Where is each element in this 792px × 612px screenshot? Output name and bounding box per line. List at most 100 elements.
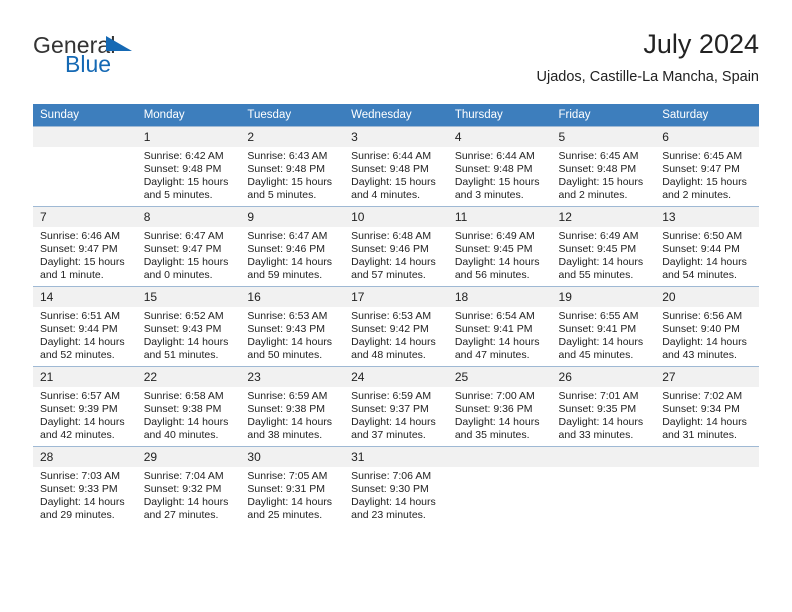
day-details: Sunrise: 6:47 AM Sunset: 9:47 PM Daylight:… — [137, 227, 241, 282]
daylight-duration-line2: and 33 minutes. — [558, 428, 634, 441]
sunrise-time: Sunrise: 6:54 AM — [454, 310, 535, 322]
calendar-day-cell[interactable]: 3 Sunrise: 6:44 AM Sunset: 9:48 PM Daylight… — [344, 126, 448, 207]
calendar-day-cell[interactable]: 24 Sunrise: 6:59 AM Sunset: 9:37 PM Dayligh… — [344, 366, 448, 447]
sunrise-time: Sunrise: 6:56 AM — [662, 310, 743, 322]
calendar-day-cell[interactable]: 9 Sunrise: 6:47 AM Sunset: 9:46 PM Daylight… — [240, 206, 345, 287]
daylight-duration-line1: Daylight: 14 hours — [247, 495, 333, 508]
day-details: Sunrise: 7:02 AM Sunset: 9:34 PM Daylight:… — [655, 387, 759, 442]
calendar-day-cell[interactable]: 15 Sunrise: 6:52 AM Sunset: 9:43 PM Dayligh… — [136, 286, 241, 367]
day-number: 9 — [240, 207, 345, 227]
calendar-body: 1 Sunrise: 6:42 AM Sunset: 9:48 PM Daylight… — [33, 126, 759, 526]
daylight-duration-line2: and 56 minutes. — [454, 268, 530, 281]
calendar-day-cell[interactable]: 20 Sunrise: 6:56 AM Sunset: 9:40 PM Dayligh… — [655, 286, 759, 367]
day-number: 10 — [344, 207, 448, 227]
sunrise-time: Sunrise: 7:03 AM — [40, 470, 120, 482]
sunrise-time: Sunrise: 6:44 AM — [454, 150, 535, 162]
day-number — [447, 447, 552, 467]
day-details: Sunrise: 7:03 AM Sunset: 9:33 PM Daylight:… — [33, 467, 137, 522]
calendar-day-cell[interactable]: 7 Sunrise: 6:46 AM Sunset: 9:47 PM Daylight… — [33, 206, 137, 287]
day-number: 24 — [344, 367, 448, 387]
calendar-day-cell[interactable]: 23 Sunrise: 6:59 AM Sunset: 9:38 PM Dayligh… — [240, 366, 345, 447]
daylight-duration-line2: and 42 minutes. — [40, 428, 115, 441]
sunrise-time: Sunrise: 6:45 AM — [662, 150, 743, 162]
calendar-day-cell[interactable]: 27 Sunrise: 7:02 AM Sunset: 9:34 PM Dayligh… — [655, 366, 759, 447]
day-number — [33, 127, 137, 147]
calendar-day-cell[interactable]: 13 Sunrise: 6:50 AM Sunset: 9:44 PM Dayligh… — [655, 206, 759, 287]
sunset-time: Sunset: 9:44 PM — [40, 322, 118, 335]
calendar-day-cell-empty — [551, 446, 656, 526]
calendar-page: General Blue July 2024 Ujados, Castille-… — [0, 0, 792, 612]
sunset-time: Sunset: 9:34 PM — [662, 402, 740, 415]
sunset-time: Sunset: 9:47 PM — [662, 162, 740, 175]
calendar-day-cell[interactable]: 4 Sunrise: 6:44 AM Sunset: 9:48 PM Daylight… — [447, 126, 552, 207]
calendar-day-cell[interactable]: 30 Sunrise: 7:05 AM Sunset: 9:31 PM Dayligh… — [240, 446, 345, 526]
sunrise-time: Sunrise: 6:52 AM — [143, 310, 224, 322]
day-details: Sunrise: 6:59 AM Sunset: 9:37 PM Daylight:… — [344, 387, 448, 442]
sunrise-time: Sunrise: 6:51 AM — [40, 310, 120, 322]
day-number: 13 — [655, 207, 759, 227]
calendar-day-cell[interactable]: 29 Sunrise: 7:04 AM Sunset: 9:32 PM Dayligh… — [136, 446, 241, 526]
calendar-day-cell[interactable]: 31 Sunrise: 7:06 AM Sunset: 9:30 PM Dayligh… — [344, 446, 448, 526]
daylight-duration-line2: and 25 minutes. — [247, 508, 323, 521]
sunrise-time: Sunrise: 6:53 AM — [351, 310, 432, 322]
calendar-day-cell[interactable]: 1 Sunrise: 6:42 AM Sunset: 9:48 PM Daylight… — [136, 126, 241, 207]
sunrise-time: Sunrise: 7:05 AM — [247, 470, 328, 482]
daylight-duration-line1: Daylight: 14 hours — [558, 415, 644, 428]
daylight-duration-line2: and 27 minutes. — [143, 508, 219, 521]
day-number: 1 — [136, 127, 241, 147]
title-block: July 2024 Ujados, Castille-La Mancha, Sp… — [537, 28, 759, 87]
general-blue-logo[interactable]: General Blue — [33, 32, 233, 86]
calendar-day-cell[interactable]: 17 Sunrise: 6:53 AM Sunset: 9:42 PM Dayligh… — [344, 286, 448, 367]
calendar-day-cell[interactable]: 14 Sunrise: 6:51 AM Sunset: 9:44 PM Dayligh… — [33, 286, 137, 367]
daylight-duration-line1: Daylight: 15 hours — [351, 175, 436, 188]
daylight-duration-line1: Daylight: 14 hours — [247, 415, 333, 428]
calendar-day-cell[interactable]: 19 Sunrise: 6:55 AM Sunset: 9:41 PM Dayligh… — [551, 286, 656, 367]
calendar-day-cell[interactable]: 28 Sunrise: 7:03 AM Sunset: 9:33 PM Dayligh… — [33, 446, 137, 526]
daylight-duration-line2: and 57 minutes. — [351, 268, 426, 281]
calendar-day-cell[interactable]: 25 Sunrise: 7:00 AM Sunset: 9:36 PM Dayligh… — [447, 366, 552, 447]
calendar-week-row: 21 Sunrise: 6:57 AM Sunset: 9:39 PM Dayligh… — [33, 366, 759, 447]
calendar-day-cell[interactable]: 11 Sunrise: 6:49 AM Sunset: 9:45 PM Dayligh… — [447, 206, 552, 287]
calendar-day-cell[interactable]: 6 Sunrise: 6:45 AM Sunset: 9:47 PM Daylight… — [655, 126, 759, 207]
daylight-duration-line2: and 1 minute. — [40, 268, 104, 281]
daylight-duration-line1: Daylight: 14 hours — [454, 335, 540, 348]
day-number: 5 — [551, 127, 656, 147]
daylight-duration-line1: Daylight: 14 hours — [143, 495, 229, 508]
calendar-day-cell[interactable]: 22 Sunrise: 6:58 AM Sunset: 9:38 PM Dayligh… — [136, 366, 241, 447]
weekday-header-wednesday: Wednesday — [344, 104, 448, 127]
day-number: 17 — [344, 287, 448, 307]
page-header: General Blue July 2024 Ujados, Castille-… — [33, 28, 759, 94]
daylight-duration-line1: Daylight: 15 hours — [40, 255, 125, 268]
daylight-duration-line1: Daylight: 14 hours — [662, 415, 747, 428]
logo-text-blue: Blue — [65, 51, 112, 77]
calendar-day-cell[interactable]: 12 Sunrise: 6:49 AM Sunset: 9:45 PM Dayligh… — [551, 206, 656, 287]
calendar-day-cell[interactable]: 16 Sunrise: 6:53 AM Sunset: 9:43 PM Dayligh… — [240, 286, 345, 367]
sunrise-time: Sunrise: 6:48 AM — [351, 230, 432, 242]
day-number: 23 — [240, 367, 345, 387]
day-number: 14 — [33, 287, 137, 307]
calendar-day-cell[interactable]: 18 Sunrise: 6:54 AM Sunset: 9:41 PM Dayligh… — [447, 286, 552, 367]
daylight-duration-line1: Daylight: 15 hours — [662, 175, 747, 188]
calendar-day-cell[interactable]: 10 Sunrise: 6:48 AM Sunset: 9:46 PM Dayligh… — [344, 206, 448, 287]
day-details: Sunrise: 6:52 AM Sunset: 9:43 PM Daylight:… — [137, 307, 241, 362]
day-number: 6 — [655, 127, 759, 147]
calendar-day-cell[interactable]: 21 Sunrise: 6:57 AM Sunset: 9:39 PM Dayligh… — [33, 366, 137, 447]
calendar-day-cell-empty — [33, 126, 137, 207]
day-details: Sunrise: 7:04 AM Sunset: 9:32 PM Daylight:… — [137, 467, 241, 522]
sunrise-time: Sunrise: 6:57 AM — [40, 390, 120, 402]
daylight-duration-line1: Daylight: 15 hours — [247, 175, 333, 188]
calendar-day-cell[interactable]: 26 Sunrise: 7:01 AM Sunset: 9:35 PM Dayligh… — [551, 366, 656, 447]
day-details: Sunrise: 7:00 AM Sunset: 9:36 PM Daylight:… — [448, 387, 552, 442]
daylight-duration-line2: and 5 minutes. — [143, 188, 213, 201]
calendar-day-cell[interactable]: 5 Sunrise: 6:45 AM Sunset: 9:48 PM Daylight… — [551, 126, 656, 207]
sunset-time: Sunset: 9:43 PM — [143, 322, 222, 335]
daylight-duration-line1: Daylight: 14 hours — [351, 415, 436, 428]
calendar-day-cell-empty — [447, 446, 552, 526]
daylight-duration-line2: and 45 minutes. — [558, 348, 634, 361]
day-number: 31 — [344, 447, 448, 467]
sunrise-time: Sunrise: 7:01 AM — [558, 390, 639, 402]
day-number: 11 — [447, 207, 552, 227]
calendar-day-cell[interactable]: 8 Sunrise: 6:47 AM Sunset: 9:47 PM Daylight… — [136, 206, 241, 287]
calendar-day-cell[interactable]: 2 Sunrise: 6:43 AM Sunset: 9:48 PM Daylight… — [240, 126, 345, 207]
day-number — [551, 447, 656, 467]
